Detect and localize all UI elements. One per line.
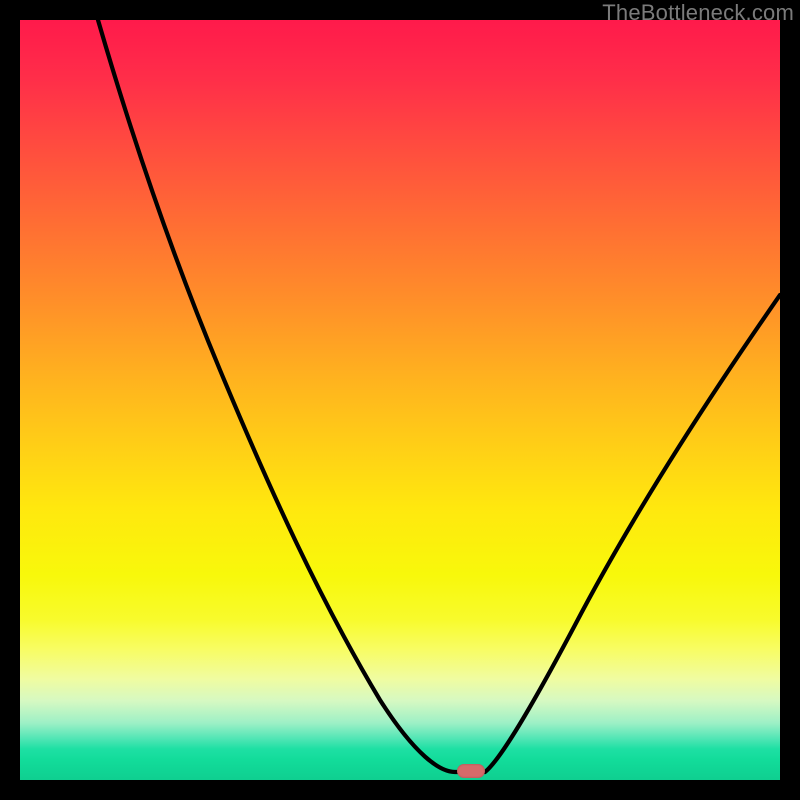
chart-stage: TheBottleneck.com	[0, 0, 800, 800]
plot-area	[20, 20, 780, 780]
attribution-text: TheBottleneck.com	[602, 0, 794, 26]
trough-marker	[457, 764, 485, 778]
bottleneck-curve	[20, 20, 780, 780]
